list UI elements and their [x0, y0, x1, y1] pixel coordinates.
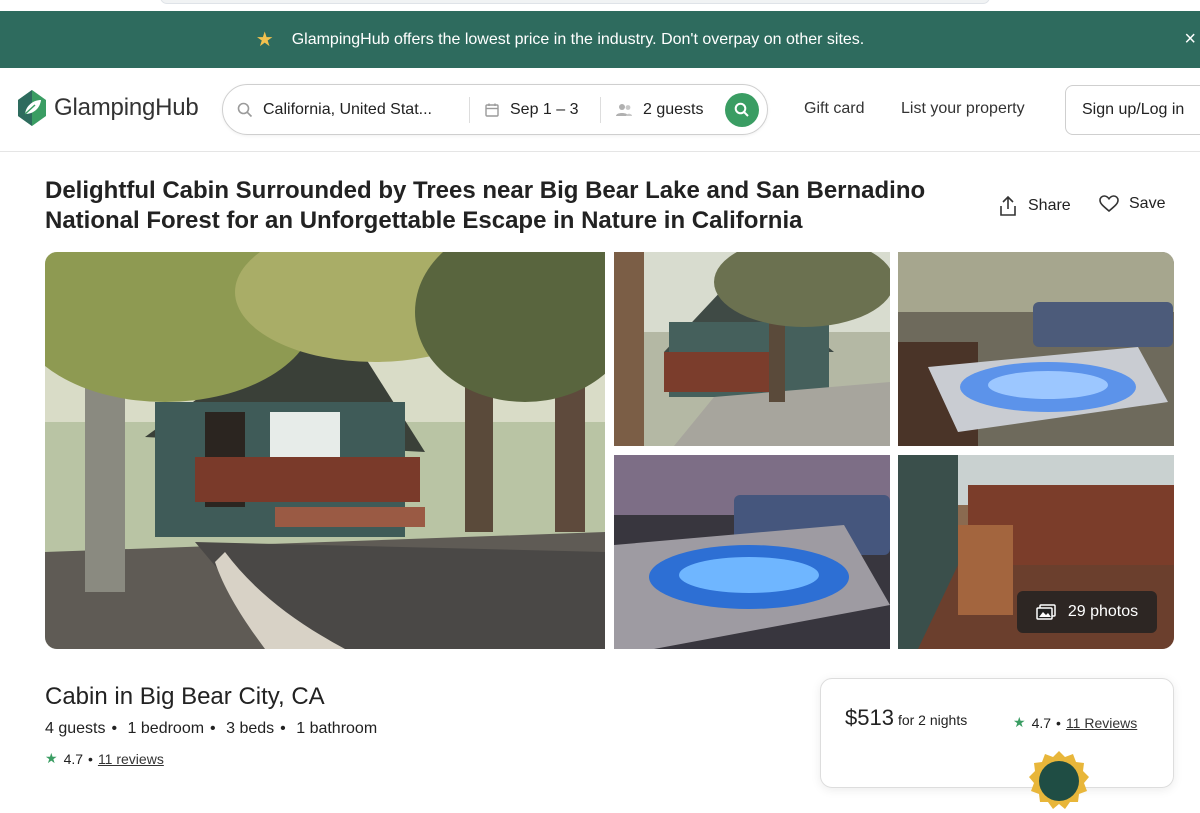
- photo-cabin-side[interactable]: [614, 252, 890, 446]
- search-bar[interactable]: California, United Stat... Sep 1 – 3 2 g…: [222, 84, 768, 135]
- signup-login-button[interactable]: Sign up/Log in: [1065, 85, 1200, 135]
- guests-icon: [616, 103, 632, 116]
- share-icon: [1000, 195, 1016, 216]
- star-icon: ★: [45, 750, 58, 766]
- guests-field[interactable]: 2 guests: [601, 85, 719, 134]
- star-icon: ★: [1013, 714, 1026, 730]
- logo-leaf-icon: [18, 90, 46, 126]
- location-field[interactable]: California, United Stat...: [223, 85, 469, 134]
- dates-field[interactable]: Sep 1 – 3: [470, 85, 600, 134]
- listing-rating: ★ 4.7 • 11 reviews: [45, 750, 164, 767]
- price-value: $513: [845, 705, 894, 730]
- promo-text: GlampingHub offers the lowest price in t…: [291, 30, 865, 48]
- fact-beds: 3 beds: [226, 720, 275, 737]
- logo[interactable]: GlampingHub: [14, 88, 199, 128]
- show-photos-button[interactable]: 29 photos: [1017, 591, 1157, 633]
- fact-bedrooms: 1 bedroom: [127, 720, 205, 737]
- save-label: Save: [1129, 195, 1166, 212]
- list-property-link[interactable]: List your property: [901, 100, 1025, 118]
- browser-chrome: [0, 0, 1200, 11]
- share-label: Share: [1028, 197, 1071, 214]
- site-header: GlampingHub California, United Stat... S…: [0, 68, 1200, 152]
- calendar-icon: [485, 103, 499, 117]
- hot-tub-night-image: [614, 455, 890, 649]
- photos-count: 29 photos: [1067, 603, 1139, 620]
- listing-subtitle: Cabin in Big Bear City, CA: [45, 683, 325, 710]
- share-button[interactable]: Share: [998, 195, 1071, 217]
- badge-icon: [1029, 751, 1089, 809]
- logo-text: GlampingHub: [54, 94, 199, 121]
- hot-tub-day-image: [898, 252, 1174, 446]
- fact-bathrooms: 1 bathroom: [296, 720, 378, 737]
- price-note: for 2 nights: [897, 712, 968, 728]
- booking-reviews-link[interactable]: 11 Reviews: [1066, 715, 1137, 731]
- cabin-exterior-image: [45, 252, 605, 649]
- photo-main-cabin[interactable]: [45, 252, 605, 649]
- guests-value: 2 guests: [643, 100, 704, 118]
- close-icon[interactable]: ×: [1184, 28, 1196, 51]
- booking-rating: ★ 4.7 • 11 Reviews: [1013, 714, 1138, 731]
- save-button[interactable]: Save: [1099, 195, 1165, 213]
- heart-icon: [1099, 195, 1119, 213]
- rating-value: 4.7: [63, 750, 84, 767]
- photo-gallery: 29 photos: [45, 252, 1174, 649]
- gift-card-link[interactable]: Gift card: [804, 100, 864, 118]
- cabin-side-image: [614, 252, 890, 446]
- star-icon: ★: [255, 29, 274, 51]
- photo-hot-tub-night[interactable]: [614, 455, 890, 649]
- booking-rating-value: 4.7: [1031, 714, 1052, 731]
- photo-hot-tub-day[interactable]: [898, 252, 1174, 446]
- listing-title: Delightful Cabin Surrounded by Trees nea…: [45, 177, 926, 234]
- fact-guests: 4 guests: [45, 720, 106, 737]
- booking-card: $513 for 2 nights ★ 4.7 • 11 Reviews: [820, 678, 1174, 809]
- address-bar[interactable]: [160, 0, 990, 4]
- signup-label: Sign up/Log in: [1082, 101, 1185, 118]
- search-icon: [237, 102, 253, 117]
- promo-banner: ★ GlampingHub offers the lowest price in…: [0, 11, 1200, 68]
- photos-icon: [1036, 604, 1056, 620]
- search-icon: [734, 102, 749, 117]
- price: $513 for 2 nights: [845, 705, 967, 731]
- listing-facts: 4 guests • 1 bedroom • 3 beds • 1 bathroom: [45, 720, 378, 737]
- reviews-link[interactable]: 11 reviews: [98, 751, 164, 767]
- search-button[interactable]: [725, 92, 759, 127]
- dates-value: Sep 1 – 3: [510, 100, 579, 118]
- location-value: California, United Stat...: [263, 100, 432, 118]
